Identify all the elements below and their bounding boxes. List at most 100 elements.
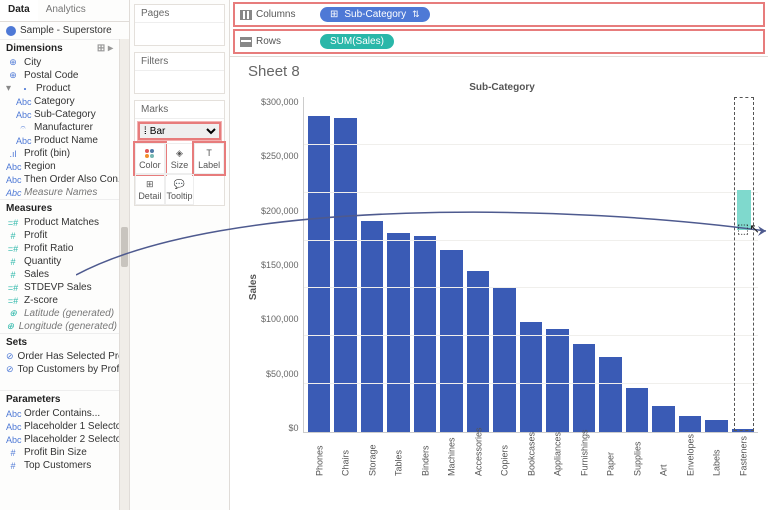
marks-detail-button[interactable]: ⊞Detail bbox=[135, 174, 165, 205]
x-tick: Binders bbox=[414, 432, 437, 476]
field-type-icon: Abc bbox=[16, 110, 30, 120]
bar-Labels[interactable] bbox=[705, 420, 728, 432]
mark-type-select[interactable]: ⵂ Bar bbox=[138, 122, 221, 140]
marks-tooltip-button[interactable]: 💬Tooltip bbox=[165, 174, 195, 205]
bar-Appliances[interactable] bbox=[546, 329, 569, 432]
field-item[interactable]: #Sales bbox=[0, 268, 119, 281]
bar-Storage[interactable] bbox=[361, 221, 384, 432]
field-item[interactable]: ⊘Order Has Selected Pro... bbox=[0, 350, 119, 363]
tab-data[interactable]: Data bbox=[0, 0, 38, 21]
field-item[interactable]: # Quantity bbox=[0, 255, 119, 268]
y-tick: $50,000 bbox=[266, 369, 299, 379]
search-icon[interactable]: ⊞ ▸ bbox=[97, 43, 113, 54]
field-type-icon: # bbox=[6, 461, 20, 471]
sheet-title[interactable]: Sheet 8 bbox=[248, 63, 758, 80]
bar-Phones[interactable] bbox=[308, 116, 331, 432]
y-tick: $0 bbox=[289, 423, 299, 433]
bar-Copiers[interactable] bbox=[493, 288, 516, 432]
marks-size-button[interactable]: ◈Size bbox=[165, 143, 195, 174]
x-tick: Chairs bbox=[334, 432, 357, 476]
field-label: Quantity bbox=[24, 256, 61, 267]
field-item[interactable]: AbcRegion bbox=[0, 160, 119, 173]
y-tick: $250,000 bbox=[261, 151, 299, 161]
field-item[interactable]: AbcPlaceholder 2 Selector bbox=[0, 433, 119, 446]
marks-drop-target[interactable] bbox=[734, 97, 754, 431]
field-item[interactable]: AbcProduct Name bbox=[0, 134, 119, 147]
x-tick: Copiers bbox=[493, 432, 516, 476]
field-item[interactable]: =#Product Matches bbox=[0, 216, 119, 229]
pages-shelf[interactable]: Pages bbox=[134, 4, 225, 46]
x-tick: Labels bbox=[705, 432, 728, 476]
dimensions-header: Dimensions ⊞ ▸ bbox=[0, 39, 119, 56]
field-item[interactable]: =#Z-score bbox=[0, 294, 119, 307]
field-item[interactable]: ⊕Postal Code bbox=[0, 69, 119, 82]
rows-pill[interactable]: SUM(Sales) bbox=[320, 34, 394, 49]
bar-Machines[interactable] bbox=[440, 250, 463, 432]
field-type-icon: # bbox=[6, 231, 20, 241]
field-item[interactable]: ▾🞄Product bbox=[0, 82, 119, 95]
field-label: Top Customers by Profit bbox=[18, 364, 119, 375]
x-tick: Accessories bbox=[467, 432, 490, 476]
data-pane-tabs: Data Analytics bbox=[0, 0, 129, 22]
field-type-icon: =# bbox=[6, 218, 20, 228]
bar-Binders[interactable] bbox=[414, 236, 437, 432]
cursor-icon: ⬚↖ bbox=[737, 221, 760, 237]
field-item[interactable]: ⊕Latitude (generated) bbox=[0, 307, 119, 320]
worksheet-area: Columns ⊞Sub-Category⇅ Rows SUM(Sales) S… bbox=[230, 0, 768, 510]
chart-plot-area[interactable]: PhonesChairsStorageTablesBindersMachines… bbox=[303, 97, 758, 433]
sort-icon[interactable]: ⇅ bbox=[412, 9, 420, 20]
field-item[interactable]: =#STDEVP Sales bbox=[0, 281, 119, 294]
field-item[interactable]: #Top Customers bbox=[0, 459, 119, 472]
rows-shelf[interactable]: Rows SUM(Sales) bbox=[233, 29, 765, 54]
bar-Paper[interactable] bbox=[599, 357, 622, 432]
field-item[interactable]: ⊕City bbox=[0, 56, 119, 69]
bar-Bookcases[interactable] bbox=[520, 322, 543, 432]
field-item[interactable]: #Profit bbox=[0, 229, 119, 242]
columns-shelf[interactable]: Columns ⊞Sub-Category⇅ bbox=[233, 2, 765, 27]
field-type-icon: # bbox=[6, 448, 20, 458]
filters-shelf[interactable]: Filters bbox=[134, 52, 225, 94]
marks-label-button[interactable]: TLabel bbox=[194, 143, 224, 174]
field-item[interactable]: AbcOrder Contains... bbox=[0, 407, 119, 420]
bar-Accessories[interactable] bbox=[467, 271, 490, 432]
field-item[interactable]: AbcSub-Category bbox=[0, 108, 119, 121]
field-item[interactable]: ⊘Top Customers by Profit bbox=[0, 363, 119, 376]
field-type-icon: Abc bbox=[16, 97, 30, 107]
x-tick: Furnishings bbox=[573, 432, 596, 476]
field-type-icon: Abc bbox=[6, 409, 20, 419]
field-label: Placeholder 2 Selector bbox=[24, 434, 119, 445]
field-type-icon: =# bbox=[6, 244, 20, 254]
y-tick: $300,000 bbox=[261, 97, 299, 107]
bar-Furnishings[interactable] bbox=[573, 344, 596, 432]
field-label: Sales bbox=[24, 269, 49, 280]
marks-color-button[interactable]: Color bbox=[135, 143, 165, 174]
field-item[interactable]: AbcMeasure Names bbox=[0, 186, 119, 199]
field-item[interactable]: #Profit Bin Size bbox=[0, 446, 119, 459]
field-type-icon: # bbox=[6, 257, 20, 267]
field-type-icon: ⊕ bbox=[6, 70, 20, 81]
field-item[interactable]: ⊕Longitude (generated) bbox=[0, 320, 119, 333]
bar-Envelopes[interactable] bbox=[679, 416, 702, 432]
field-type-icon: .ıl bbox=[6, 149, 20, 159]
x-tick: Tables bbox=[387, 432, 410, 476]
data-pane-scrollbar[interactable] bbox=[119, 39, 129, 510]
field-item[interactable]: AbcPlaceholder 1 Selector bbox=[0, 420, 119, 433]
bar-Tables[interactable] bbox=[387, 233, 410, 432]
rows-icon bbox=[240, 37, 252, 47]
field-item[interactable]: .ılProfit (bin) bbox=[0, 147, 119, 160]
bar-Chairs[interactable] bbox=[334, 118, 357, 432]
field-item[interactable]: =#Profit Ratio bbox=[0, 242, 119, 255]
datasource-item[interactable]: Sample - Superstore bbox=[0, 22, 129, 39]
field-label: Manufacturer bbox=[34, 122, 93, 133]
columns-icon bbox=[240, 10, 252, 20]
bar-Art[interactable] bbox=[652, 406, 675, 432]
field-item[interactable]: 𝄐 Manufacturer bbox=[0, 121, 119, 134]
columns-pill[interactable]: ⊞Sub-Category⇅ bbox=[320, 7, 430, 22]
field-item[interactable]: AbcCategory bbox=[0, 95, 119, 108]
bar-Supplies[interactable] bbox=[626, 388, 649, 432]
field-item[interactable]: AbcThen Order Also Con... bbox=[0, 173, 119, 186]
field-type-icon: 𝄐 bbox=[16, 122, 30, 133]
x-tick: Supplies bbox=[626, 432, 649, 476]
chart-header: Sub-Category bbox=[246, 82, 758, 93]
tab-analytics[interactable]: Analytics bbox=[38, 0, 94, 21]
